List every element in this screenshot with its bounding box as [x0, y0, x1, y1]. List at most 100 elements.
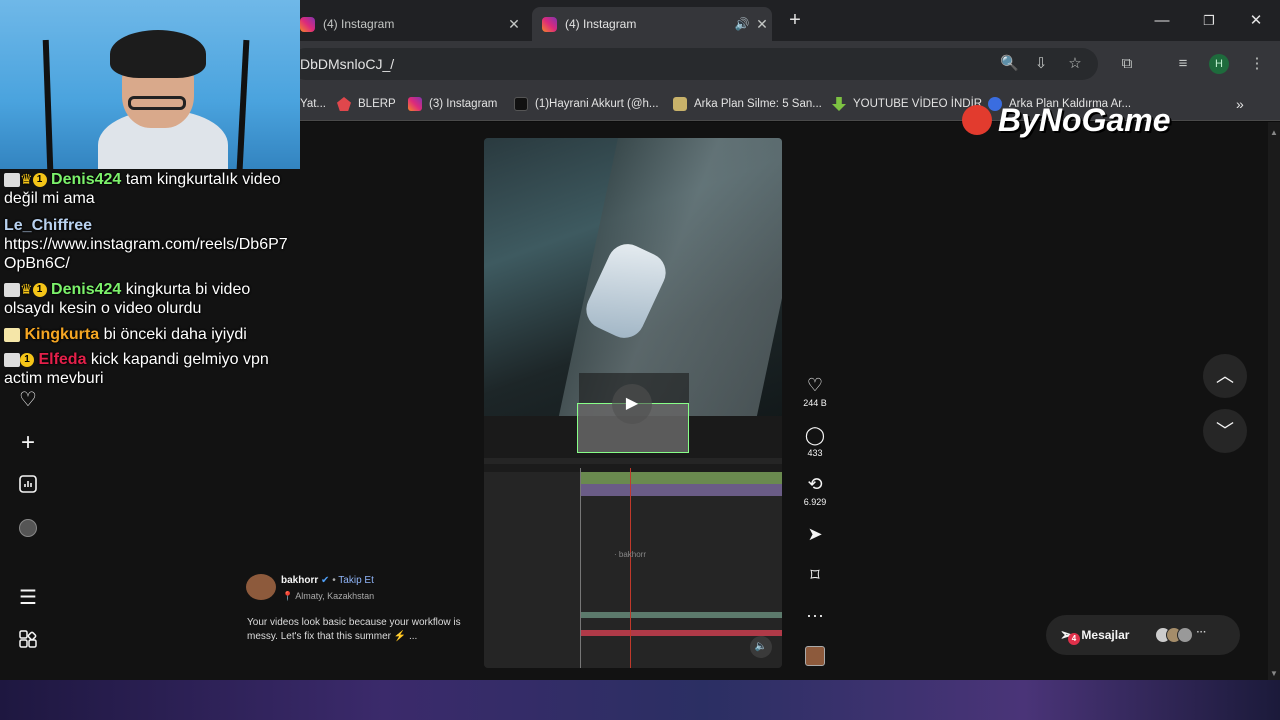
- caption-more[interactable]: ...: [409, 631, 417, 642]
- timeline-panel: · bakhorr 🔈: [484, 458, 782, 668]
- badge-icon: [4, 352, 20, 367]
- next-reel-button[interactable]: ﹀: [1203, 409, 1247, 453]
- crown-icon: ♛: [20, 171, 33, 188]
- media-controls-icon[interactable]: ≡: [1174, 55, 1192, 73]
- save-button[interactable]: ⌑: [796, 564, 834, 586]
- bookmark-item[interactable]: BLERP: [337, 95, 396, 113]
- chat-message: Le_Chiffree https://www.instagram.com/re…: [4, 216, 298, 273]
- bookmark-item[interactable]: Arka Plan Silme: 5 San...: [673, 95, 822, 113]
- stream-background: [0, 680, 1280, 720]
- comment-button[interactable]: ◯ 433: [796, 424, 834, 458]
- comment-icon: ◯: [804, 425, 826, 445]
- more-options-button[interactable]: ···: [796, 604, 834, 626]
- scroll-down-arrow-icon[interactable]: ▼: [1270, 669, 1278, 678]
- caption: Your videos look basic because your work…: [247, 616, 465, 644]
- bookmark-item[interactable]: (3) Instagram: [408, 95, 497, 113]
- chevron-down-icon: ﹀: [1216, 421, 1234, 441]
- sub-badge-icon: 1: [20, 352, 34, 367]
- tab-instagram-active[interactable]: (4) Instagram 🔊 ✕: [532, 7, 772, 41]
- bynogame-logo-icon: [962, 105, 992, 135]
- apps-grid-icon[interactable]: [16, 630, 40, 654]
- menu-kebab-icon[interactable]: ⋮: [1248, 55, 1266, 73]
- verified-icon: ✔: [321, 575, 330, 586]
- previous-reel-button[interactable]: ︿: [1203, 354, 1247, 398]
- instagram-icon: [300, 16, 315, 32]
- tab-title: (4) Instagram: [323, 17, 395, 31]
- tiktok-icon: [514, 97, 528, 111]
- instagram-icon: [542, 16, 557, 32]
- recent-avatars: ···: [1155, 627, 1206, 643]
- repost-button[interactable]: ⟲ 6.929: [796, 473, 834, 507]
- send-icon: ➤: [807, 524, 823, 544]
- close-tab-icon[interactable]: ✕: [752, 16, 772, 33]
- instagram-icon: [408, 97, 422, 111]
- badge-icon: [4, 327, 20, 342]
- hamburger-menu-icon[interactable]: ☰: [16, 586, 40, 610]
- chat-username: Denis424: [51, 281, 122, 298]
- chat-username: Elfeda: [38, 351, 87, 368]
- address-bar[interactable]: DbDMsnloCJ_/: [290, 48, 1098, 80]
- unread-badge: 4: [1068, 633, 1080, 645]
- chat-username: Kingkurta: [24, 326, 100, 343]
- streamer-webcam: [0, 0, 300, 169]
- bookmark-item[interactable]: Yat...: [300, 95, 326, 113]
- more-bookmarks-button[interactable]: »: [1236, 95, 1244, 113]
- close-tab-icon[interactable]: ✕: [504, 16, 524, 33]
- extensions-icon[interactable]: ⧉: [1118, 55, 1136, 73]
- tab-title: (4) Instagram: [565, 17, 637, 31]
- more-icon: ···: [806, 605, 824, 625]
- close-window-button[interactable]: ✕: [1234, 8, 1278, 34]
- profile-avatar[interactable]: [16, 519, 40, 543]
- new-tab-button[interactable]: +: [784, 8, 806, 32]
- messages-button[interactable]: ➢ 4 Mesajlar ···: [1046, 615, 1240, 655]
- chat-message: ♛ 1 Denis424 tam kingkurtalık video değil…: [4, 170, 298, 208]
- profile-avatar[interactable]: H: [1209, 54, 1229, 74]
- scrollbar[interactable]: ▲ ▼: [1268, 122, 1280, 680]
- dashboard-icon[interactable]: [16, 475, 40, 499]
- location-line[interactable]: 📍 Almaty, Kazakhstan: [282, 591, 374, 602]
- play-icon[interactable]: ▶: [612, 384, 652, 424]
- bynogame-logo: ByNoGame: [962, 100, 1171, 140]
- maximize-button[interactable]: ❐: [1187, 8, 1231, 34]
- zoom-icon[interactable]: 🔍: [1000, 55, 1019, 73]
- repost-count: 6.929: [803, 497, 827, 507]
- layers-icon: [673, 97, 687, 111]
- messages-label: Mesajlar: [1081, 628, 1130, 642]
- scroll-up-arrow-icon[interactable]: ▲: [1270, 128, 1278, 137]
- blerp-icon: [337, 97, 351, 111]
- author-name[interactable]: bakhorr: [281, 575, 318, 586]
- reel-video[interactable]: ▶ · bakhorr 🔈: [484, 138, 782, 668]
- messenger-icon: ➢ 4: [1060, 625, 1080, 645]
- screen: (4) Instagram ✕ (4) Instagram 🔊 ✕ + — ❐ …: [0, 0, 1280, 720]
- caption-text: Your videos look basic because your work…: [247, 617, 461, 642]
- chat-username: Denis424: [51, 171, 122, 188]
- volume-icon[interactable]: 🔈: [750, 636, 772, 658]
- author-avatar[interactable]: [246, 574, 276, 600]
- chat-message: Kingkurta bi önceki daha iyiydi: [4, 325, 298, 344]
- sub-badge-icon: 1: [32, 172, 47, 187]
- location-pin-icon: 📍: [282, 591, 294, 601]
- bookmark-star-icon[interactable]: ☆: [1066, 55, 1084, 73]
- bookmark-item[interactable]: YOUTUBE VİDEO İNDİR: [832, 95, 982, 113]
- install-app-icon[interactable]: ⇩: [1032, 55, 1050, 73]
- chat-text: https://www.instagram.com/reels/Db6P7OpB…: [4, 236, 288, 272]
- audio-thumbnail[interactable]: [805, 646, 825, 666]
- address-text: DbDMsnloCJ_/: [300, 56, 395, 72]
- author-line: bakhorr ✔ • Takip Et: [281, 575, 374, 586]
- like-count: 244 B: [803, 398, 827, 408]
- like-button[interactable]: ♡ 244 B: [796, 374, 834, 408]
- minimize-button[interactable]: —: [1140, 8, 1184, 34]
- chat-username: Le_Chiffree: [4, 217, 93, 234]
- tab-instagram-1[interactable]: (4) Instagram ✕: [296, 7, 524, 41]
- lightning-icon: ⚡: [393, 631, 407, 642]
- location-text: Almaty, Kazakhstan: [295, 591, 375, 601]
- follow-button[interactable]: Takip Et: [338, 575, 374, 586]
- create-plus-icon[interactable]: +: [16, 431, 40, 455]
- heart-icon: ♡: [806, 375, 824, 395]
- bookmark-item[interactable]: (1)Hayrani Akkurt (@h...: [514, 95, 659, 113]
- share-button[interactable]: ➤: [796, 523, 834, 545]
- speaker-icon[interactable]: 🔊: [732, 17, 752, 31]
- repost-icon: ⟲: [807, 474, 823, 494]
- crown-icon: ♛: [20, 281, 33, 298]
- comment-count: 433: [807, 448, 823, 458]
